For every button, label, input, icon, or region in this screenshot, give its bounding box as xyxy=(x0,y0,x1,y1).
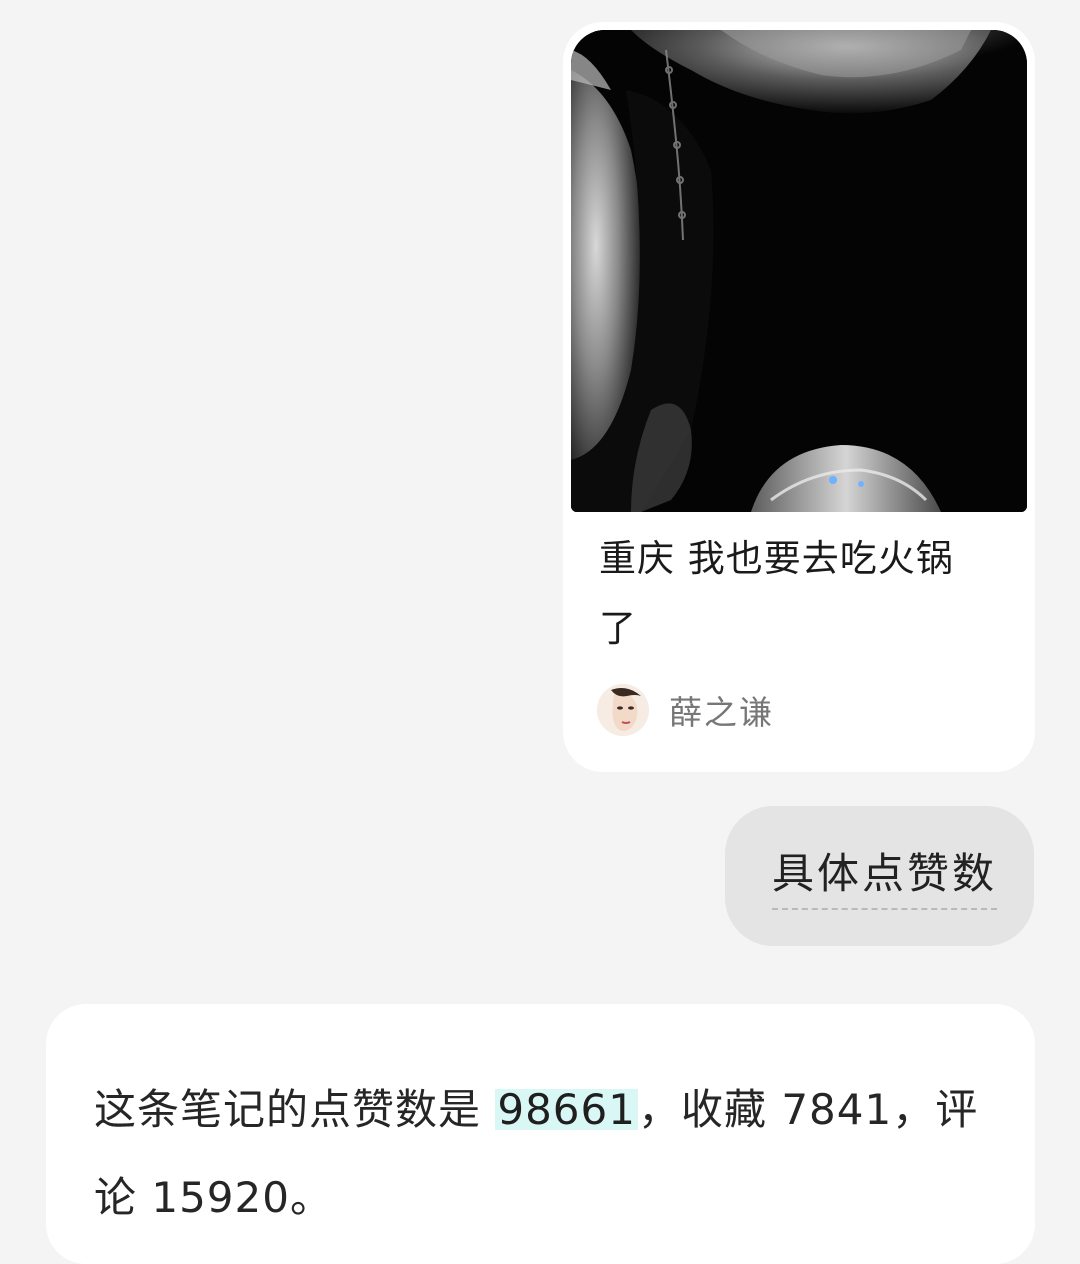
note-cover-image[interactable] xyxy=(571,30,1027,512)
author-avatar[interactable] xyxy=(597,684,649,736)
cover-photo-icon xyxy=(571,30,1027,512)
note-title[interactable]: 重庆 我也要去吃火锅 了 xyxy=(599,524,999,664)
author-name[interactable]: 薛之谦 xyxy=(669,686,774,734)
assistant-answer-card: 这条笔记的点赞数是 98661，收藏 7841，评 论 15920。 xyxy=(46,1004,1035,1264)
avatar-photo-icon xyxy=(597,684,649,736)
likes-count-highlight: 98661 xyxy=(495,1085,638,1134)
answer-prefix: 这条笔记的点赞数是 xyxy=(94,1085,496,1134)
answer-line2: 论 15920。 xyxy=(94,1173,333,1222)
user-message-bubble: 具体点赞数 xyxy=(725,806,1034,946)
answer-middle: ，收藏 7841，评 xyxy=(637,1085,979,1134)
note-title-line1: 重庆 我也要去吃火锅 xyxy=(599,537,954,580)
note-card[interactable]: 重庆 我也要去吃火锅 了 薛之谦 xyxy=(563,22,1035,772)
user-message-text[interactable]: 具体点赞数 xyxy=(772,846,998,910)
assistant-answer-text: 这条笔记的点赞数是 98661，收藏 7841，评 论 15920。 xyxy=(94,1066,994,1242)
note-title-line2: 了 xyxy=(599,607,637,650)
author-row[interactable]: 薛之谦 xyxy=(597,684,774,736)
